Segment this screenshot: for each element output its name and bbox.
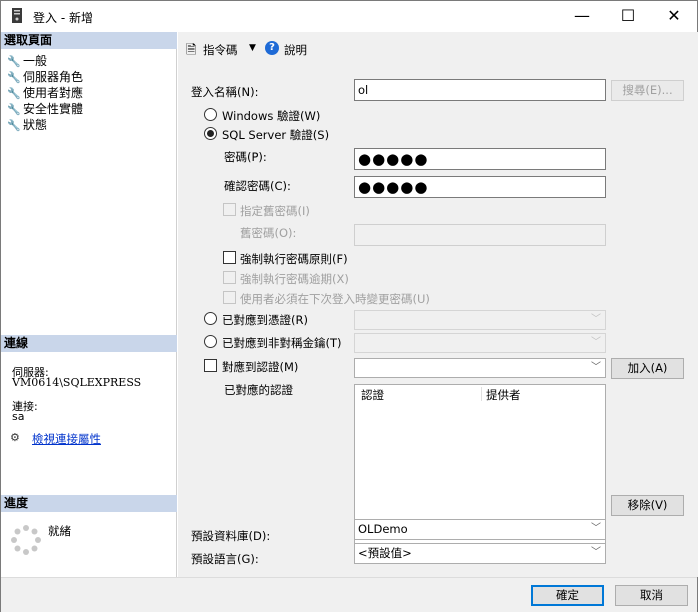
password-input[interactable]: ●●●●●: [354, 148, 606, 170]
sidebar-item-label: 伺服器角色: [23, 70, 84, 84]
sidebar-item-status[interactable]: 🔧 狀態: [7, 117, 47, 133]
default-database-value: OLDemo: [358, 522, 408, 536]
mapped-to-certificate-label: 已對應到憑證(R): [222, 313, 308, 327]
windows-auth-radio[interactable]: [204, 108, 217, 121]
column-header-provider[interactable]: 提供者: [486, 387, 521, 403]
left-panel: 選取頁面 🔧 一般 🔧 伺服器角色 🔧 使用者對應 🔧 安全性實體 🔧 狀態 連線 伺服器…: [1, 32, 177, 577]
search-button[interactable]: 搜尋(E)...: [611, 80, 684, 101]
script-icon: 🗎: [186, 43, 197, 58]
map-to-credential-label: 對應到認證(M): [222, 360, 299, 374]
help-button[interactable]: 說明: [284, 42, 307, 58]
column-header-credential[interactable]: 認證: [361, 387, 384, 403]
chevron-down-icon: ﹀: [591, 523, 601, 534]
chevron-down-icon: ﹀: [591, 337, 601, 348]
connection-properties-icon: ⚙︎: [10, 431, 20, 444]
mapped-to-asymmetric-key-label: 已對應到非對稱金鑰(T): [222, 336, 342, 350]
enforce-policy-checkbox[interactable]: [223, 251, 236, 264]
old-password-input[interactable]: [354, 224, 606, 246]
sidebar-item-user-mapping[interactable]: 🔧 使用者對應: [7, 85, 83, 101]
chevron-down-icon: ﹀: [591, 547, 601, 558]
add-credential-button[interactable]: 加入(A): [611, 358, 684, 379]
login-new-dialog: 登入 - 新增 — ☐ ✕ 選取頁面 🔧 一般 🔧 伺服器角色 🔧 使用者對應 🔧 安全…: [0, 0, 698, 612]
progress-spinner-icon: [11, 525, 41, 555]
mapped-to-certificate-radio[interactable]: [204, 312, 217, 325]
minimize-button[interactable]: —: [559, 1, 605, 31]
column-divider: [481, 387, 482, 401]
wrench-icon: 🔧: [7, 103, 21, 116]
progress-header: 進度: [1, 495, 177, 512]
login-name-input[interactable]: ol: [354, 79, 606, 101]
general-page: 🗎 指令碼 ▼ ? 說明 登入名稱(N): ol 搜尋(E)... Window…: [178, 32, 698, 577]
select-page-header: 選取頁面: [1, 32, 177, 49]
default-database-dropdown[interactable]: OLDemo ﹀: [354, 519, 606, 540]
ok-button[interactable]: 確定: [531, 585, 604, 606]
credential-dropdown[interactable]: ﹀: [354, 358, 606, 378]
close-button[interactable]: ✕: [651, 1, 697, 31]
enforce-expiration-checkbox[interactable]: [223, 271, 236, 284]
confirm-password-label: 確認密碼(C):: [224, 179, 291, 193]
chevron-down-icon: ﹀: [591, 314, 601, 325]
windows-auth-label: Windows 驗證(W): [222, 109, 321, 123]
mapped-to-asymmetric-key-radio[interactable]: [204, 335, 217, 348]
progress-status: 就緒: [48, 524, 71, 538]
remove-credential-button[interactable]: 移除(V): [611, 495, 684, 516]
certificate-dropdown[interactable]: ﹀: [354, 310, 606, 330]
title-bar: 登入 - 新增 — ☐ ✕: [1, 1, 697, 31]
default-database-label: 預設資料庫(D):: [191, 529, 271, 543]
map-to-credential-checkbox[interactable]: [204, 359, 217, 372]
sidebar-item-server-roles[interactable]: 🔧 伺服器角色: [7, 69, 83, 85]
dialog-footer: 確定 取消: [1, 577, 697, 612]
specify-old-password-checkbox[interactable]: [223, 203, 236, 216]
default-language-dropdown[interactable]: <預設值> ﹀: [354, 543, 606, 564]
must-change-checkbox[interactable]: [223, 291, 236, 304]
enforce-expiration-label: 強制執行密碼逾期(X): [240, 272, 349, 286]
default-language-value: <預設值>: [358, 546, 412, 560]
maximize-button[interactable]: ☐: [605, 1, 651, 31]
must-change-label: 使用者必須在下次登入時變更密碼(U): [240, 292, 430, 306]
wrench-icon: 🔧: [7, 55, 21, 68]
chevron-down-icon[interactable]: ▼: [249, 43, 256, 53]
sql-auth-label: SQL Server 驗證(S): [222, 128, 330, 142]
sql-auth-radio[interactable]: [204, 127, 217, 140]
view-connection-properties-link[interactable]: 檢視連接屬性: [32, 431, 101, 447]
mapped-credentials-label: 已對應的認證: [224, 383, 293, 397]
old-password-label: 舊密碼(O):: [240, 226, 297, 240]
sidebar-item-general[interactable]: 🔧 一般: [7, 53, 47, 69]
wrench-icon: 🔧: [7, 71, 21, 84]
login-name-label: 登入名稱(N):: [191, 85, 259, 99]
cancel-button[interactable]: 取消: [615, 585, 688, 606]
specify-old-password-label: 指定舊密碼(I): [240, 204, 310, 218]
server-value: VM0614\SQLEXPRESS: [12, 376, 142, 389]
sidebar-item-securables[interactable]: 🔧 安全性實體: [7, 101, 83, 117]
connection-value: sa: [12, 410, 25, 423]
sidebar-item-label: 狀態: [23, 118, 48, 132]
confirm-password-input[interactable]: ●●●●●: [354, 176, 606, 198]
script-button[interactable]: 指令碼: [203, 42, 238, 58]
wrench-icon: 🔧: [7, 119, 21, 132]
chevron-down-icon: ﹀: [591, 362, 601, 373]
window-title: 登入 - 新增: [33, 11, 93, 25]
sidebar-item-label: 使用者對應: [23, 86, 84, 100]
enforce-policy-label: 強制執行密碼原則(F): [240, 252, 348, 266]
sidebar-item-label: 安全性實體: [23, 102, 84, 116]
connection-header: 連線: [1, 335, 177, 352]
server-icon: [12, 8, 22, 23]
help-icon: ?: [265, 41, 279, 55]
password-label: 密碼(P):: [224, 150, 267, 164]
wrench-icon: 🔧: [7, 87, 21, 100]
sidebar-item-label: 一般: [23, 54, 48, 68]
default-language-label: 預設語言(G):: [191, 552, 259, 566]
asymmetric-key-dropdown[interactable]: ﹀: [354, 333, 606, 353]
